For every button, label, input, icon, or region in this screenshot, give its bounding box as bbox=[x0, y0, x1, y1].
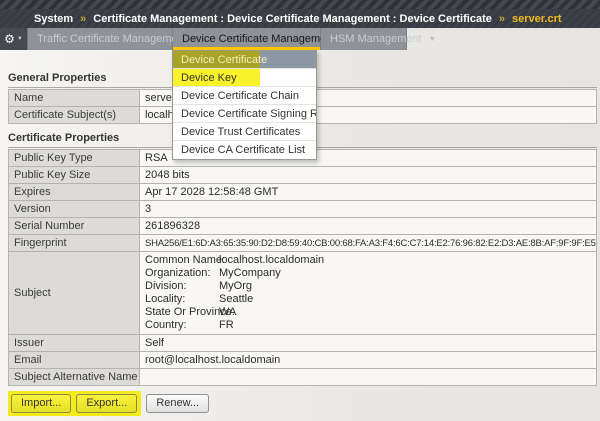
certificate-properties-table: Public Key Type RSA Public Key Size 2048… bbox=[8, 149, 597, 386]
menu-item-device-certificate-signing-request[interactable]: Device Certificate Signing Request bbox=[173, 105, 316, 123]
gear-icon: ⚙ bbox=[4, 33, 15, 45]
annotation-highlight: Import... Export... bbox=[8, 391, 141, 416]
subject-field-value: FR bbox=[219, 319, 234, 332]
menu-item-device-key[interactable]: Device Key bbox=[173, 69, 316, 87]
tab-hsm-management[interactable]: HSM Management ▼ bbox=[321, 28, 407, 50]
breadcrumb: System » Certificate Management : Device… bbox=[0, 9, 600, 28]
import-button[interactable]: Import... bbox=[11, 394, 71, 413]
table-row: Version 3 bbox=[9, 201, 597, 218]
table-row: Fingerprint SHA256/E1:6D:A3:65:35:90:D2:… bbox=[9, 235, 597, 252]
table-row-subject: Subject Common Name: localhost.localdoma… bbox=[9, 252, 597, 335]
row-label: Issuer bbox=[9, 335, 140, 352]
menu-item-device-ca-certificate-list[interactable]: Device CA Certificate List bbox=[173, 141, 316, 159]
subject-field-name: Locality: bbox=[145, 293, 219, 306]
subject-field: State Or Province: WA bbox=[145, 306, 591, 319]
subject-field: Locality: Seattle bbox=[145, 293, 591, 306]
row-value: 3 bbox=[140, 201, 597, 218]
subject-field-value: WA bbox=[219, 306, 236, 319]
subject-field-value: MyOrg bbox=[219, 280, 252, 293]
row-label: Name bbox=[9, 90, 140, 107]
row-label: Public Key Size bbox=[9, 167, 140, 184]
row-label: Version bbox=[9, 201, 140, 218]
breadcrumb-section-system[interactable]: System bbox=[34, 13, 73, 25]
tab-traffic-certificate-management[interactable]: Traffic Certificate Management ▼ bbox=[28, 28, 173, 50]
row-value-fingerprint: SHA256/E1:6D:A3:65:35:90:D2:D8:59:40:CB:… bbox=[140, 235, 597, 252]
subject-field-name: State Or Province: bbox=[145, 306, 219, 319]
breadcrumb-separator-icon: » bbox=[80, 13, 86, 25]
subject-field-value: localhost.localdomain bbox=[219, 254, 324, 267]
subject-field: Country: FR bbox=[145, 319, 591, 332]
row-value bbox=[140, 369, 597, 386]
row-value: Self bbox=[140, 335, 597, 352]
window-top-stripes bbox=[0, 0, 600, 9]
subject-field-name: Country: bbox=[145, 319, 219, 332]
breadcrumb-path: Certificate Management : Device Certific… bbox=[93, 13, 492, 25]
table-row: Issuer Self bbox=[9, 335, 597, 352]
row-label: Subject bbox=[9, 252, 140, 335]
subject-field-name: Common Name: bbox=[145, 254, 219, 267]
tab-label: Device Certificate Management bbox=[182, 33, 335, 45]
row-label: Email bbox=[9, 352, 140, 369]
subject-field-value: Seattle bbox=[219, 293, 253, 306]
gear-menu-button[interactable]: ⚙ ▼ bbox=[0, 28, 28, 50]
menu-item-device-certificate[interactable]: Device Certificate bbox=[173, 51, 316, 69]
tab-bar-filler bbox=[407, 28, 600, 50]
row-value: 2048 bits bbox=[140, 167, 597, 184]
row-label: Public Key Type bbox=[9, 150, 140, 167]
renew-button[interactable]: Renew... bbox=[146, 394, 209, 413]
row-label: Serial Number bbox=[9, 218, 140, 235]
row-label: Certificate Subject(s) bbox=[9, 107, 140, 124]
breadcrumb-separator-icon: » bbox=[499, 13, 505, 25]
table-row: Email root@localhost.localdomain bbox=[9, 352, 597, 369]
menu-item-device-trust-certificates[interactable]: Device Trust Certificates bbox=[173, 123, 316, 141]
tab-bar: ⚙ ▼ Traffic Certificate Management ▼ Dev… bbox=[0, 28, 600, 50]
tab-device-certificate-management[interactable]: Device Certificate Management ▼ bbox=[173, 28, 321, 50]
tab-label: Traffic Certificate Management bbox=[37, 33, 187, 45]
menu-item-device-certificate-chain[interactable]: Device Certificate Chain bbox=[173, 87, 316, 105]
row-value: 261896328 bbox=[140, 218, 597, 235]
row-value: root@localhost.localdomain bbox=[140, 352, 597, 369]
subject-field-name: Division: bbox=[145, 280, 219, 293]
row-label: Fingerprint bbox=[9, 235, 140, 252]
table-row: Public Key Size 2048 bits bbox=[9, 167, 597, 184]
subject-field: Division: MyOrg bbox=[145, 280, 591, 293]
table-row: Expires Apr 17 2028 12:58:48 GMT bbox=[9, 184, 597, 201]
subject-field-value: MyCompany bbox=[219, 267, 281, 280]
subject-field-name: Organization: bbox=[145, 267, 219, 280]
export-button[interactable]: Export... bbox=[76, 394, 137, 413]
row-label: Expires bbox=[9, 184, 140, 201]
row-value: Apr 17 2028 12:58:48 GMT bbox=[140, 184, 597, 201]
row-value-subject: Common Name: localhost.localdomain Organ… bbox=[140, 252, 597, 335]
chevron-down-icon: ▼ bbox=[429, 36, 436, 43]
table-row: Subject Alternative Name bbox=[9, 369, 597, 386]
row-label: Subject Alternative Name bbox=[9, 369, 140, 386]
device-certificate-management-dropdown-menu: Device Certificate Device Key Device Cer… bbox=[172, 50, 317, 160]
breadcrumb-current-object: server.crt bbox=[512, 13, 562, 25]
chevron-down-icon: ▼ bbox=[17, 36, 23, 42]
subject-field: Organization: MyCompany bbox=[145, 267, 591, 280]
action-button-row: Import... Export... Renew... bbox=[8, 391, 597, 416]
table-row: Serial Number 261896328 bbox=[9, 218, 597, 235]
subject-field: Common Name: localhost.localdomain bbox=[145, 254, 591, 267]
tab-label: HSM Management bbox=[330, 33, 422, 45]
